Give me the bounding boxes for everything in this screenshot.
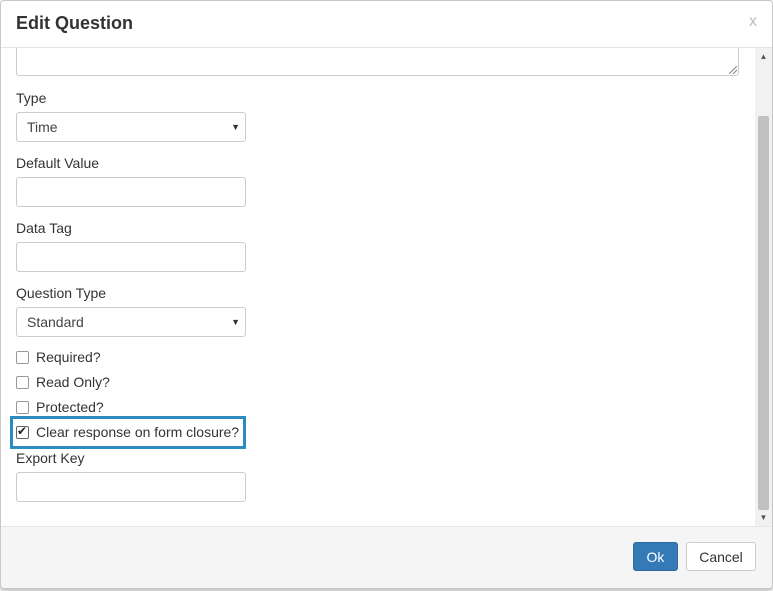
question-textarea[interactable] xyxy=(16,48,739,76)
close-button[interactable]: x xyxy=(749,13,757,31)
default-value-label: Default Value xyxy=(16,155,100,171)
edit-question-dialog: Edit Question x Type Time ▼ Default Valu… xyxy=(0,0,773,589)
dialog-footer: Ok Cancel xyxy=(1,526,772,588)
cancel-button[interactable]: Cancel xyxy=(686,542,756,571)
export-key-input[interactable] xyxy=(16,472,246,502)
dialog-title: Edit Question xyxy=(16,13,133,33)
default-value-input[interactable] xyxy=(16,177,246,207)
type-select-value: Time xyxy=(27,119,58,135)
chevron-down-icon: ▼ xyxy=(231,317,240,327)
vertical-scrollbar[interactable]: ▲ ▼ xyxy=(755,48,772,526)
required-checkbox[interactable] xyxy=(16,351,29,364)
type-label: Type xyxy=(16,90,47,106)
dialog-body: Type Time ▼ Default Value Data Tag Quest… xyxy=(1,48,772,526)
scroll-down-arrow-icon[interactable]: ▼ xyxy=(755,509,772,526)
export-key-label: Export Key xyxy=(16,450,85,466)
chevron-down-icon: ▼ xyxy=(231,122,240,132)
dialog-header: Edit Question x xyxy=(1,1,772,48)
protected-checkbox[interactable] xyxy=(16,401,29,414)
resize-grip-icon[interactable] xyxy=(729,66,737,74)
checkmark-icon: ✔ xyxy=(17,424,28,438)
clear-response-checkbox[interactable]: ✔ xyxy=(16,424,29,439)
question-type-label: Question Type xyxy=(16,285,107,301)
data-tag-label: Data Tag xyxy=(16,220,72,236)
read-only-checkbox[interactable] xyxy=(16,376,29,389)
read-only-checkbox-label: Read Only? xyxy=(36,374,110,390)
question-type-select[interactable]: Standard ▼ xyxy=(16,307,246,337)
ok-button[interactable]: Ok xyxy=(633,542,678,571)
type-select[interactable]: Time ▼ xyxy=(16,112,246,142)
question-type-select-value: Standard xyxy=(27,314,84,330)
data-tag-input[interactable] xyxy=(16,242,246,272)
scrollbar-thumb[interactable] xyxy=(758,116,769,510)
form-content: Type Time ▼ Default Value Data Tag Quest… xyxy=(1,48,753,526)
clear-response-checkbox-label: Clear response on form closure? xyxy=(36,424,240,440)
required-checkbox-label: Required? xyxy=(36,349,101,365)
protected-checkbox-label: Protected? xyxy=(36,399,104,415)
scroll-up-arrow-icon[interactable]: ▲ xyxy=(755,48,772,65)
